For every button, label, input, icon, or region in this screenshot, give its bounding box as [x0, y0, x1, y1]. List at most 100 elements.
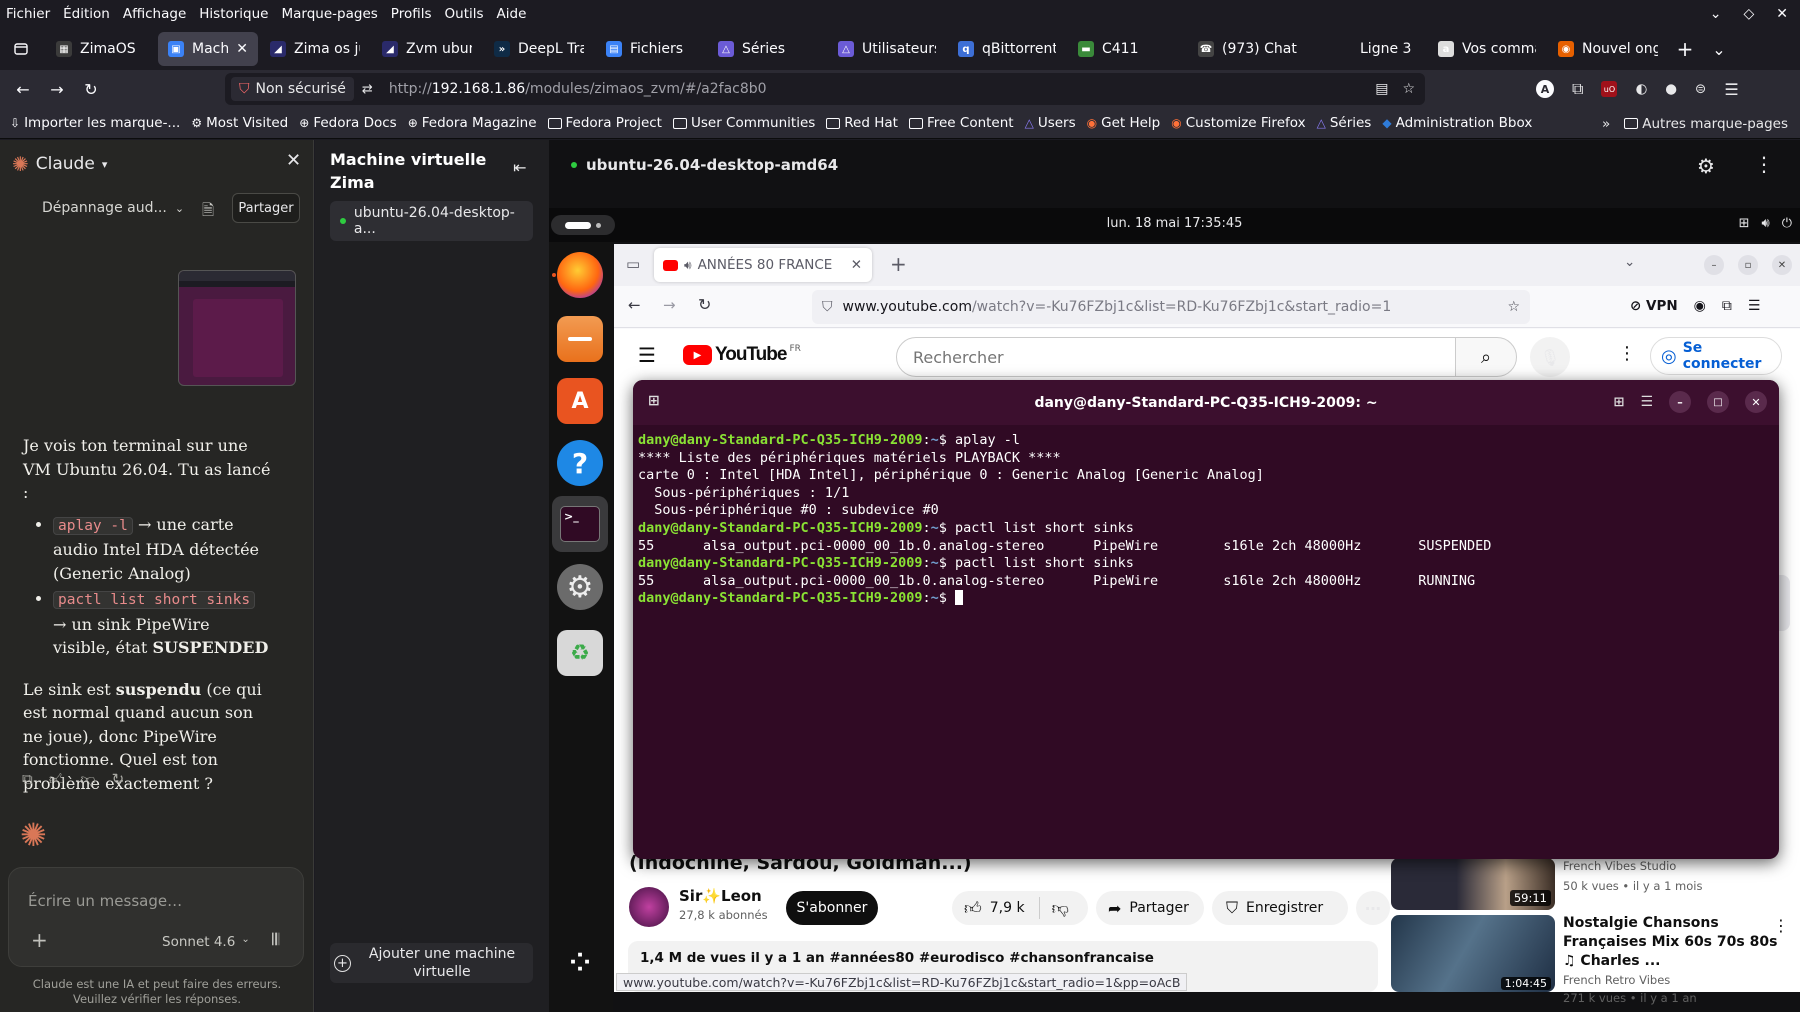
record-icon[interactable]: ● [1665, 81, 1677, 97]
browser-tab[interactable]: ▣ Machine v ✕ [158, 32, 258, 66]
collapse-icon[interactable]: ⇤ [513, 158, 526, 177]
bookmark-item[interactable]: △ Séries [1317, 115, 1372, 131]
search-icon[interactable]: ⌕ [1455, 337, 1517, 377]
reload-icon[interactable]: ↻ [74, 74, 108, 104]
more-icon[interactable]: ⋮ [1618, 343, 1636, 364]
close-icon[interactable]: ✕ [1745, 391, 1767, 413]
bookmark-item[interactable]: Red Hat [826, 115, 898, 131]
system-tray[interactable]: ⊞ 🔊︎ ⏻ [1739, 216, 1792, 231]
microphone-icon[interactable]: 🎙︎ [1530, 337, 1570, 377]
bookmark-item[interactable]: Fedora Project [547, 115, 662, 131]
screenshot-thumbnail[interactable] [178, 270, 296, 386]
account-icon[interactable]: ◉ [1694, 298, 1706, 314]
recommendation-thumbnail[interactable]: 1:04:45 [1391, 915, 1555, 992]
minimize-icon[interactable]: – [1704, 255, 1724, 275]
save-button[interactable]: ⛉ Enregistrer [1212, 891, 1348, 925]
chevron-down-icon[interactable]: ⌄ [1702, 34, 1736, 64]
files-icon[interactable] [557, 316, 603, 362]
browser-tab[interactable]: ◉ Nouvel ongle [1548, 32, 1668, 66]
browser-tab[interactable]: ▤ Fichiers [596, 32, 706, 66]
back-icon[interactable]: ← [6, 74, 40, 104]
add-vm-button[interactable]: + Ajouter une machine virtuelle [330, 943, 533, 983]
browser-tab[interactable]: » DeepL Tradu [484, 32, 594, 66]
extensions-icon[interactable]: ⧉ [1722, 298, 1732, 314]
bookmark-item[interactable]: ◆ Administration Bbox [1382, 115, 1532, 131]
extensions-icon[interactable]: ⧉ [1572, 79, 1583, 99]
terminal-window[interactable]: ⊞ dany@dany-Standard-PC-Q35-ICH9-2009: ~… [633, 380, 1779, 859]
gear-icon[interactable]: ⚙ [1697, 154, 1715, 178]
channel-info[interactable]: Sir✨Leon 27,8 k abonnés [679, 887, 768, 922]
settings-icon[interactable]: ⚙ [557, 564, 603, 610]
share-button[interactable]: ➦ Partager [1096, 891, 1204, 925]
conversation-selector[interactable]: Dépannage aud... ⌄ [42, 200, 184, 216]
bookmark-item[interactable]: Free Content [908, 115, 1014, 131]
browser-tab[interactable]: a Vos comman [1428, 32, 1546, 66]
sync-icon[interactable]: ⊜ [1695, 81, 1706, 97]
youtube-search-input[interactable]: Rechercher [896, 337, 1456, 377]
grid-icon[interactable]: ⊞ [1614, 395, 1625, 410]
share-button[interactable]: Partager [232, 193, 300, 223]
app-center-icon[interactable]: A [557, 378, 603, 424]
bookmark-item[interactable]: ⊕ Fedora Magazine [408, 115, 537, 131]
retry-icon[interactable]: ↻ [112, 770, 125, 789]
bookmark-other[interactable]: Autres marque-pages [1624, 116, 1788, 132]
more-actions-icon[interactable]: ⋯ [1356, 891, 1390, 925]
menu-item[interactable]: Marque-pages [282, 6, 378, 22]
message-input[interactable]: Écrire un message… [28, 892, 182, 910]
youtube-logo[interactable]: ▶ YouTube FR [683, 344, 801, 366]
vpn-indicator[interactable]: ⊘ VPN [1630, 298, 1678, 314]
app-menu-icon[interactable]: ☰ [1748, 298, 1761, 314]
bookmark-item[interactable]: ◉ Customize Firefox [1171, 115, 1305, 131]
bookmark-item[interactable]: ⇩ Importer les marque-... [10, 115, 180, 131]
browser-tab[interactable]: △ Utilisateurs [828, 32, 946, 66]
model-selector[interactable]: Sonnet 4.6 ⌄ [162, 934, 250, 950]
bookmark-item[interactable]: User Communities [672, 115, 815, 131]
bookmark-star-icon[interactable]: ☆ [1402, 81, 1415, 97]
browser-tab[interactable]: Ligne 3 - mar [1326, 32, 1426, 66]
chevron-right-icon[interactable]: » [1602, 116, 1610, 132]
reload-icon[interactable]: ↻ [698, 295, 711, 314]
close-icon[interactable]: ✕ [1776, 6, 1788, 22]
claude-header[interactable]: ✺ Claude ▾ [12, 152, 107, 176]
forward-icon[interactable]: → [663, 296, 676, 314]
minimize-icon[interactable]: ⌄ [1710, 6, 1722, 22]
firefox-icon[interactable] [557, 252, 603, 298]
thumbs-up-icon[interactable]: 👍︎ [964, 898, 982, 919]
thumbs-down-icon[interactable]: 👎︎ [80, 770, 95, 789]
browser-tab[interactable]: △ Séries [708, 32, 826, 66]
subscribe-button[interactable]: S'abonner [786, 891, 878, 925]
browser-tab[interactable]: q qBittorrent v [948, 32, 1066, 66]
account-icon[interactable]: A [1536, 80, 1554, 98]
hamburger-icon[interactable]: ☰ [638, 343, 656, 367]
forward-icon[interactable]: → [40, 74, 74, 104]
trash-icon[interactable]: ♻ [557, 630, 603, 676]
tab-list-icon[interactable]: ▭ [626, 255, 640, 273]
more-icon[interactable]: ⋮ [1773, 916, 1789, 935]
new-tab-icon[interactable]: + [1668, 34, 1702, 64]
menu-item[interactable]: Historique [199, 6, 268, 22]
browser-tab[interactable]: ▬ C411 [1068, 32, 1186, 66]
menu-item[interactable]: Aide [497, 6, 527, 22]
menu-item[interactable]: Fichier [6, 6, 50, 22]
show-apps-icon[interactable]: ⁘ [557, 940, 603, 986]
chevron-down-icon[interactable]: ⌄ [1624, 254, 1635, 270]
browser-tab[interactable]: ◢ Zvm ubuntu [372, 32, 482, 66]
voice-icon[interactable]: 𝄃𝄃 [272, 930, 279, 950]
menu-item[interactable]: Outils [445, 6, 484, 22]
maximize-icon[interactable]: ▫ [1738, 255, 1758, 275]
bookmark-item[interactable]: ⚙ Most Visited [191, 115, 288, 131]
close-icon[interactable]: ✕ [286, 150, 301, 171]
recommendation-info[interactable]: Nostalgie Chansons Françaises Mix 60s 70… [1563, 914, 1783, 1007]
security-indicator[interactable]: ⛉ Non sécurisé [231, 77, 354, 101]
bookmark-item[interactable]: △ Users [1025, 115, 1076, 131]
url-text[interactable]: http://192.168.1.86/modules/zimaos_zvm/#… [389, 81, 767, 97]
recommendation-info[interactable]: French Vibes Studio 50 k vues • il y a 1… [1563, 856, 1702, 896]
guest-tab-active[interactable]: 🔊︎ ANNÉES 80 FRANCE ✕ [654, 248, 872, 282]
recommendation-thumbnail[interactable]: 59:11 [1391, 858, 1555, 910]
dark-reader-icon[interactable]: ◐ [1635, 81, 1647, 97]
bookmark-item[interactable]: ⊕ Fedora Docs [299, 115, 396, 131]
bookmark-item[interactable]: ◉ Get Help [1087, 115, 1161, 131]
menu-item[interactable]: Profils [391, 6, 432, 22]
browser-tab[interactable]: ▦ ZimaOS [46, 32, 156, 66]
tab-list-icon[interactable] [4, 34, 38, 64]
